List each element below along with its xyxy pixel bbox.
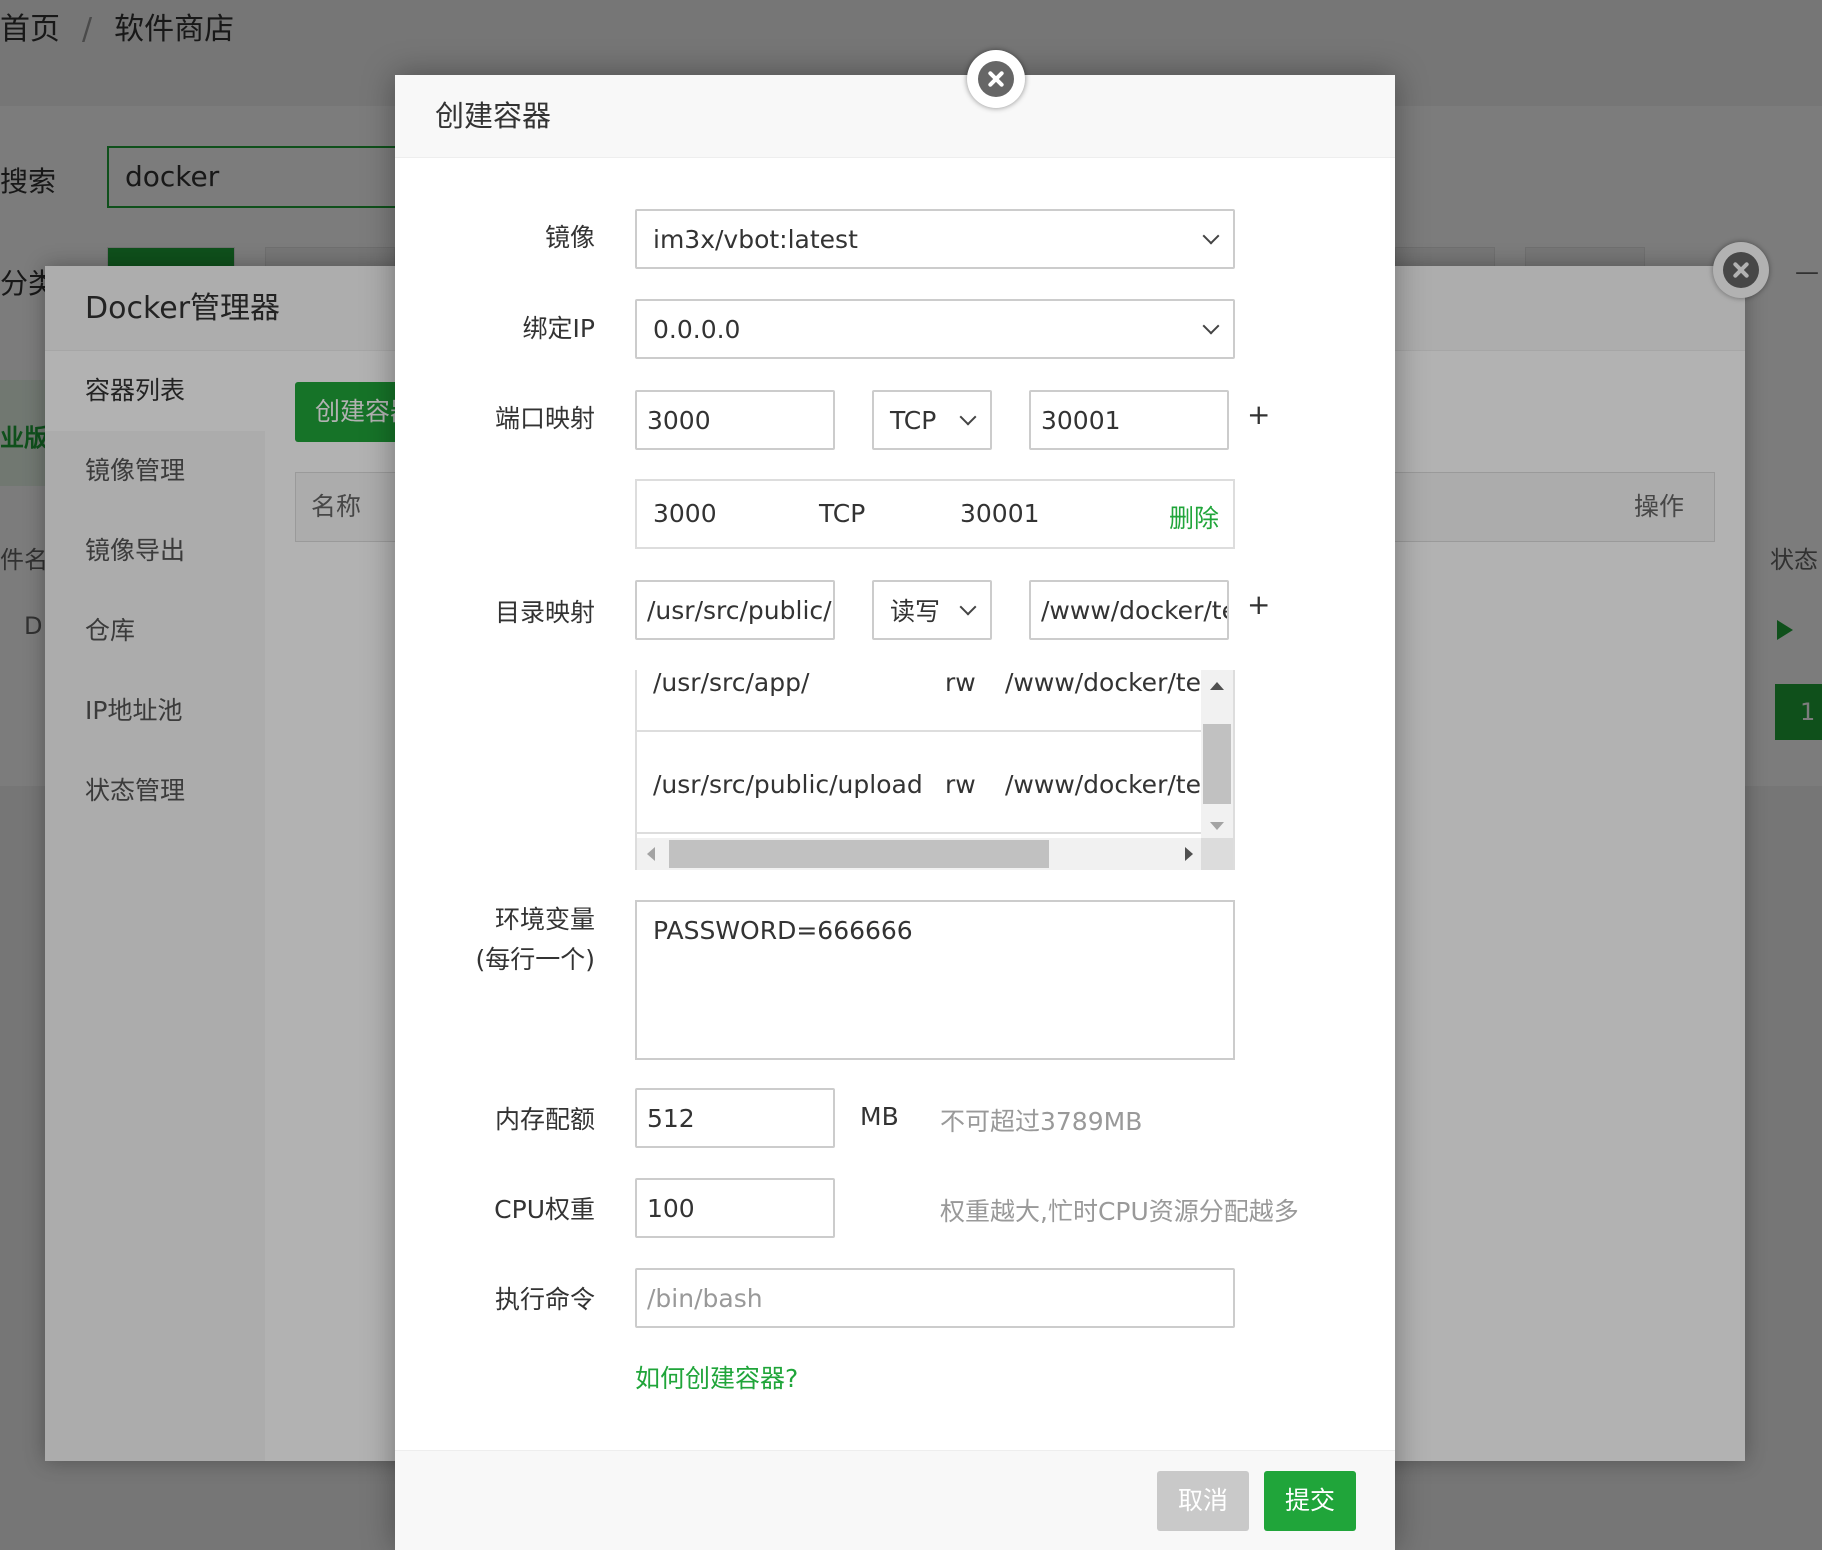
vertical-scroll-thumb[interactable] xyxy=(1203,724,1231,804)
host-dir-input[interactable]: /www/docker/test xyxy=(1029,580,1229,640)
memory-hint: 不可超过3789MB xyxy=(940,1107,1143,1136)
memory-label: 内存配额 xyxy=(494,1105,595,1134)
mode-value: 读写 xyxy=(890,597,941,626)
horizontal-scrollbar[interactable] xyxy=(637,838,1203,870)
cpu-hint: 权重越大,忙时CPU资源分配越多 xyxy=(940,1197,1299,1226)
chevron-down-icon xyxy=(1202,317,1220,335)
dir-mapping-list: /usr/src/app/ rw /www/docker/test /usr/s… xyxy=(635,670,1235,870)
container-dir-input[interactable]: /usr/src/public/upload xyxy=(635,580,835,640)
dir-row-container: /usr/src/public/upload xyxy=(653,770,923,799)
scroll-left-icon[interactable] xyxy=(647,847,655,861)
port-mapping-list: 3000 TCP 30001 删除 xyxy=(635,479,1235,549)
scroll-down-icon[interactable] xyxy=(1210,822,1224,830)
dir-row-mode: rw xyxy=(945,670,976,697)
close-icon xyxy=(978,61,1014,97)
modal-title: 创建容器 xyxy=(395,75,1395,158)
env-textarea[interactable]: PASSWORD=666666 xyxy=(635,900,1235,1060)
create-container-modal: 创建容器 镜像 im3x/vbot:latest 绑定IP 0.0.0.0 端口… xyxy=(395,75,1395,1550)
delete-port-link[interactable]: 删除 xyxy=(1169,499,1219,535)
dir-row-host: /www/docker/test xyxy=(1005,670,1224,697)
cpu-weight-input[interactable]: 100 xyxy=(635,1178,835,1238)
env-label: 环境变量 xyxy=(494,905,595,934)
port-row-protocol: TCP xyxy=(819,499,866,528)
help-link[interactable]: 如何创建容器? xyxy=(635,1359,798,1395)
image-select[interactable]: im3x/vbot:latest xyxy=(635,209,1235,269)
env-label-sub: (每行一个) xyxy=(475,945,595,974)
bind-ip-label: 绑定IP xyxy=(522,314,595,343)
port-row-host: 30001 xyxy=(960,499,1040,528)
protocol-select[interactable]: TCP xyxy=(872,390,992,450)
bind-ip-value: 0.0.0.0 xyxy=(653,314,741,344)
image-label: 镜像 xyxy=(544,223,595,252)
dir-row-mode: rw xyxy=(945,770,976,799)
host-port-input[interactable]: 30001 xyxy=(1029,390,1229,450)
memory-input[interactable]: 512 xyxy=(635,1088,835,1148)
command-label: 执行命令 xyxy=(494,1285,595,1314)
cpu-label: CPU权重 xyxy=(494,1195,595,1224)
dir-row-container: /usr/src/app/ xyxy=(653,670,810,697)
dir-mapping-label: 目录映射 xyxy=(494,598,595,627)
modal-footer: 取消 提交 xyxy=(395,1450,1395,1550)
protocol-value: TCP xyxy=(890,405,937,435)
container-port-input[interactable]: 3000 xyxy=(635,390,835,450)
scroll-up-icon[interactable] xyxy=(1210,682,1224,690)
submit-button[interactable]: 提交 xyxy=(1264,1471,1356,1531)
vertical-scrollbar[interactable] xyxy=(1201,670,1233,838)
add-dir-button[interactable]: + xyxy=(1247,588,1270,621)
scrollbar-corner xyxy=(1201,838,1233,870)
port-mapping-label: 端口映射 xyxy=(494,404,595,433)
chevron-down-icon xyxy=(959,598,977,616)
dir-row: /usr/src/app/ rw /www/docker/test xyxy=(637,670,1224,732)
image-select-value: im3x/vbot:latest xyxy=(653,224,858,254)
port-row-container: 3000 xyxy=(653,499,717,528)
mode-select[interactable]: 读写 xyxy=(872,580,992,640)
bind-ip-select[interactable]: 0.0.0.0 xyxy=(635,299,1235,359)
command-input[interactable]: /bin/bash xyxy=(635,1268,1235,1328)
dir-row-host: /www/docker/test xyxy=(1005,770,1224,799)
horizontal-scroll-thumb[interactable] xyxy=(669,840,1049,868)
cancel-button[interactable]: 取消 xyxy=(1157,1471,1249,1531)
chevron-down-icon xyxy=(959,408,977,426)
scroll-right-icon[interactable] xyxy=(1185,847,1193,861)
memory-unit: MB xyxy=(860,1102,899,1131)
chevron-down-icon xyxy=(1202,227,1220,245)
modal-close-button[interactable] xyxy=(967,50,1025,108)
add-port-button[interactable]: + xyxy=(1247,398,1270,431)
dir-row: /usr/src/public/upload rw /www/docker/te… xyxy=(637,732,1224,834)
